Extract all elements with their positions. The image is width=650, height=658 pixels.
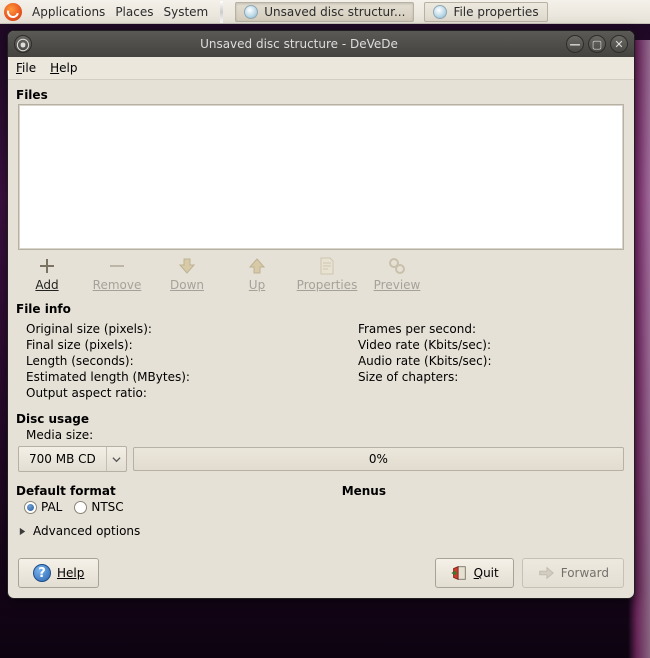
menubar: File Help	[8, 57, 634, 80]
disc-icon	[433, 5, 447, 19]
down-label: Down	[170, 278, 204, 292]
add-button[interactable]: Add	[18, 256, 76, 292]
forward-button: Forward	[522, 558, 624, 588]
plus-icon	[37, 256, 57, 276]
files-listbox[interactable]	[18, 104, 624, 250]
media-size-label: Media size:	[18, 428, 624, 442]
menu-file[interactable]: File	[16, 61, 36, 75]
quit-icon	[450, 564, 468, 582]
radio-icon	[74, 501, 87, 514]
files-heading: Files	[16, 88, 624, 102]
titlebar[interactable]: ⦿ Unsaved disc structure - DeVeDe — ▢ ✕	[8, 31, 634, 57]
remove-label: Remove	[93, 278, 142, 292]
arrow-down-icon	[177, 256, 197, 276]
taskbar-label: File properties	[453, 5, 538, 19]
window-title: Unsaved disc structure - DeVeDe	[32, 37, 566, 51]
menu-help[interactable]: Help	[50, 61, 77, 75]
triangle-right-icon	[18, 527, 27, 536]
menus-heading: Menus	[342, 484, 386, 498]
info-arate: Audio rate (Kbits/sec):	[358, 354, 492, 368]
panel-places[interactable]: Places	[115, 5, 153, 19]
preview-icon	[387, 256, 407, 276]
quit-button[interactable]: Quit	[435, 558, 514, 588]
maximize-icon[interactable]: ▢	[588, 35, 606, 53]
minus-icon	[107, 256, 127, 276]
window-menu-icon[interactable]: ⦿	[14, 35, 32, 53]
add-label: Add	[35, 278, 58, 292]
disc-usage-progress: 0%	[133, 447, 624, 471]
info-chapters: Size of chapters:	[358, 370, 492, 384]
info-original-size: Original size (pixels):	[26, 322, 190, 336]
radio-ntsc[interactable]: NTSC	[74, 500, 123, 514]
taskbar-label: Unsaved disc structur...	[264, 5, 405, 19]
quit-button-label: Quit	[474, 566, 499, 580]
info-final-size: Final size (pixels):	[26, 338, 190, 352]
forward-button-label: Forward	[561, 566, 609, 580]
info-aspect: Output aspect ratio:	[26, 386, 190, 400]
info-length: Length (seconds):	[26, 354, 190, 368]
format-heading: Default format	[16, 484, 124, 498]
radio-pal[interactable]: PAL	[24, 500, 62, 514]
properties-icon	[317, 256, 337, 276]
advanced-expander[interactable]: Advanced options	[18, 524, 624, 538]
panel-divider	[220, 1, 223, 23]
media-size-combo[interactable]: 700 MB CD	[18, 446, 127, 472]
fileinfo-heading: File info	[16, 302, 624, 316]
panel-system[interactable]: System	[163, 5, 208, 19]
up-button: Up	[228, 256, 286, 292]
radio-pal-label: PAL	[41, 500, 62, 514]
advanced-label: Advanced options	[33, 524, 140, 538]
down-button: Down	[158, 256, 216, 292]
taskbar-item-fileprops[interactable]: File properties	[424, 2, 547, 22]
media-size-value: 700 MB CD	[19, 452, 106, 466]
gnome-panel: Applications Places System Unsaved disc …	[0, 0, 650, 24]
properties-button: Properties	[298, 256, 356, 292]
help-button-label: Help	[57, 566, 84, 580]
remove-button: Remove	[88, 256, 146, 292]
info-fps: Frames per second:	[358, 322, 492, 336]
arrow-up-icon	[247, 256, 267, 276]
ubuntu-logo-icon	[4, 3, 22, 21]
info-vrate: Video rate (Kbits/sec):	[358, 338, 492, 352]
preview-label: Preview	[374, 278, 421, 292]
radio-ntsc-label: NTSC	[91, 500, 123, 514]
taskbar-item-devede[interactable]: Unsaved disc structur...	[235, 2, 414, 22]
disc-usage-value: 0%	[369, 452, 388, 466]
chevron-down-icon	[106, 447, 126, 471]
disc-icon	[244, 5, 258, 19]
minimize-icon[interactable]: —	[566, 35, 584, 53]
info-est-length: Estimated length (MBytes):	[26, 370, 190, 384]
help-button[interactable]: ? Help	[18, 558, 99, 588]
up-label: Up	[249, 278, 265, 292]
devede-window: ⦿ Unsaved disc structure - DeVeDe — ▢ ✕ …	[7, 30, 635, 599]
help-icon: ?	[33, 564, 51, 582]
disc-heading: Disc usage	[16, 412, 624, 426]
files-toolbar: Add Remove Down Up Properties Preview	[18, 256, 624, 292]
close-icon[interactable]: ✕	[610, 35, 628, 53]
forward-icon	[537, 564, 555, 582]
panel-applications[interactable]: Applications	[32, 5, 105, 19]
preview-button: Preview	[368, 256, 426, 292]
radio-icon	[24, 501, 37, 514]
properties-label: Properties	[297, 278, 358, 292]
